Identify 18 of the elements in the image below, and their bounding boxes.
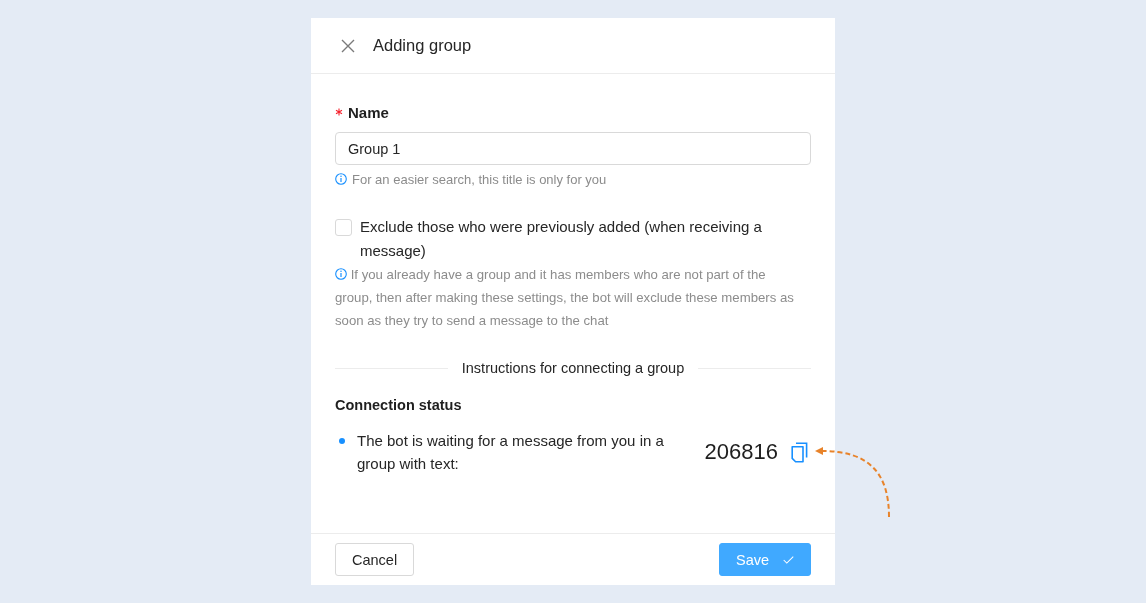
group-code: 206816: [704, 439, 778, 465]
name-input[interactable]: Group 1: [335, 132, 811, 165]
field-label: Name: [348, 103, 389, 121]
info-icon: [335, 173, 347, 185]
dialog-title: Adding group: [373, 36, 472, 55]
info-icon: [335, 268, 347, 280]
bullet-icon: [339, 438, 345, 444]
checkbox[interactable]: [335, 219, 352, 236]
copy-icon[interactable]: [791, 441, 808, 463]
divider-text: Instructions for connecting a group: [461, 359, 685, 378]
cancel-button[interactable]: Cancel: [335, 543, 415, 576]
status-text: The bot is waiting for a message from you in a group with text:: [357, 431, 665, 474]
close-icon[interactable]: [341, 38, 355, 53]
section-title: Connection status: [335, 396, 463, 415]
checkbox-label[interactable]: Exclude those who were previously added (when receiving a message): [360, 215, 790, 263]
check-icon: [783, 553, 794, 566]
hint-text: If you already have a group and it has members who are not part of the group, then after making these settings, the bot will exclude these members as soon as they try to send a message to the chat: [335, 266, 795, 330]
hint-text: For an easier search, this title is only for you: [352, 171, 607, 187]
